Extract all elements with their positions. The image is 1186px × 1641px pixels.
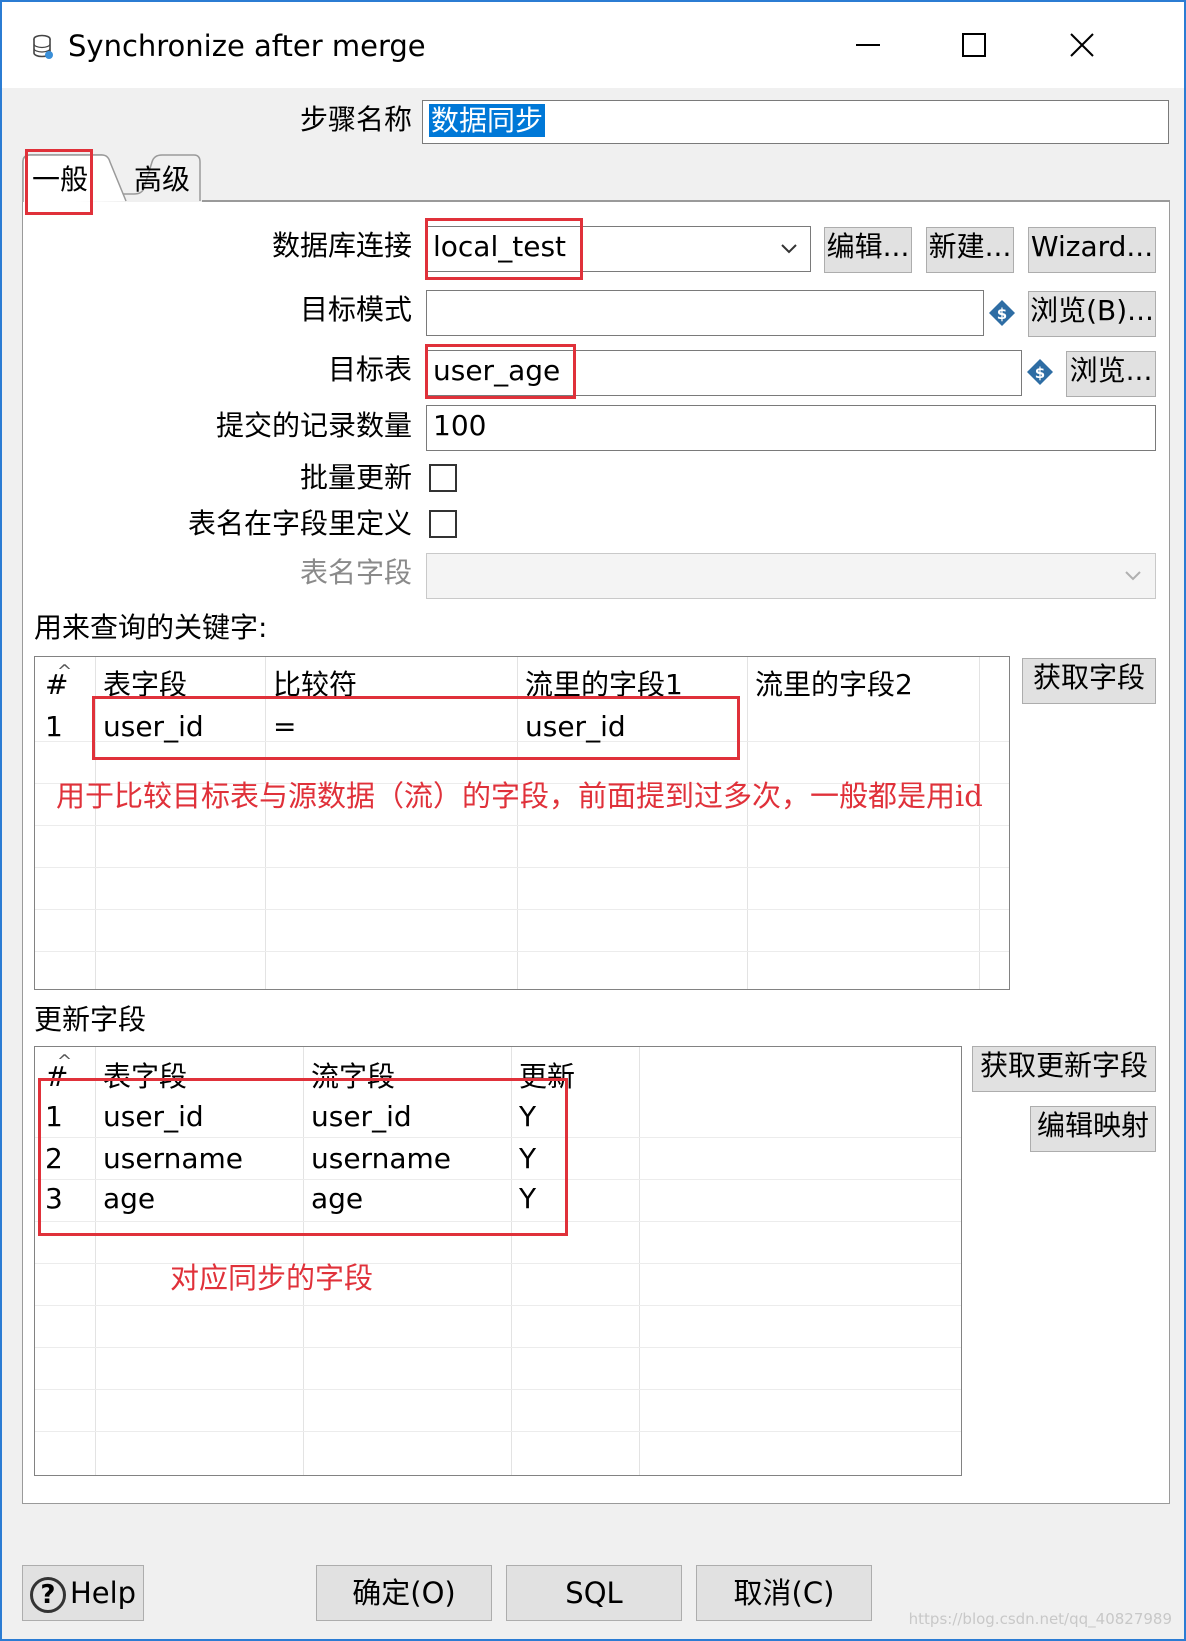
title-bar: Synchronize after merge xyxy=(2,2,1184,88)
commit-size-label: 提交的记录数量 xyxy=(215,409,412,442)
wizard-button[interactable]: Wizard... xyxy=(1028,227,1156,273)
update-section-label: 更新字段 xyxy=(34,1003,147,1036)
help-label: Help xyxy=(69,1576,137,1610)
database-icon xyxy=(33,34,53,59)
browse-schema-button[interactable]: 浏览(B)... xyxy=(1028,291,1156,337)
schema-label: 目标模式 xyxy=(299,293,412,326)
annotation-box-update-rows xyxy=(38,1078,568,1236)
chevron-down-icon xyxy=(1118,561,1148,591)
table-field-select[interactable] xyxy=(426,553,1156,599)
annotation-box-general-tab xyxy=(25,149,93,215)
edit-connection-button[interactable]: 编辑... xyxy=(824,227,912,273)
keys-col-index[interactable]: # xyxy=(45,667,68,703)
schema-input[interactable] xyxy=(426,290,984,336)
commit-size-value: 100 xyxy=(433,409,487,442)
watermark: https://blog.csdn.net/qq_40827989 xyxy=(908,1610,1172,1628)
cancel-button[interactable]: 取消(C) xyxy=(696,1565,872,1621)
browse-table-button[interactable]: 浏览... xyxy=(1066,351,1156,397)
window-title: Synchronize after merge xyxy=(68,29,426,63)
edit-mapping-button[interactable]: 编辑映射 xyxy=(1030,1106,1156,1152)
chevron-down-icon[interactable] xyxy=(774,234,804,264)
batch-update-label: 批量更新 xyxy=(299,461,412,494)
browse-schema-label: 浏览(B)... xyxy=(1030,294,1154,327)
get-update-fields-button[interactable]: 获取更新字段 xyxy=(972,1046,1156,1092)
annotation-box-target-table xyxy=(425,344,576,399)
sql-button[interactable]: SQL xyxy=(506,1565,682,1621)
keys-annotation-text: 用于比较目标表与源数据（流）的字段，前面提到过多次，一般都是用id xyxy=(56,779,983,813)
minimize-button[interactable] xyxy=(838,20,898,70)
target-table-label: 目标表 xyxy=(327,353,412,386)
table-in-field-label: 表名在字段里定义 xyxy=(187,507,412,540)
maximize-icon xyxy=(962,33,986,57)
step-name-input[interactable]: 数据同步 xyxy=(422,100,1169,144)
close-icon xyxy=(1070,33,1094,57)
variable-icon: $ xyxy=(1027,359,1053,385)
connection-label: 数据库连接 xyxy=(271,229,412,262)
get-fields-button[interactable]: 获取字段 xyxy=(1022,658,1156,704)
help-button[interactable]: ? Help xyxy=(22,1565,144,1621)
svg-text:$: $ xyxy=(997,305,1007,323)
annotation-box-key-row xyxy=(92,696,740,760)
batch-update-checkbox[interactable] xyxy=(429,464,457,492)
tab-advanced[interactable]: 高级 xyxy=(134,162,190,198)
step-name-label: 步骤名称 xyxy=(299,103,412,136)
help-icon: ? xyxy=(29,1577,66,1613)
table-in-field-checkbox[interactable] xyxy=(429,510,457,538)
minimize-icon xyxy=(856,44,880,46)
cell: 1 xyxy=(45,710,63,743)
keys-col-stream-field2[interactable]: 流里的字段2 xyxy=(755,667,913,703)
svg-text:$: $ xyxy=(1035,364,1045,382)
ok-button[interactable]: 确定(O) xyxy=(316,1565,492,1621)
maximize-button[interactable] xyxy=(944,20,1004,70)
commit-size-input[interactable]: 100 xyxy=(426,405,1156,451)
update-annotation-text: 对应同步的字段 xyxy=(170,1261,374,1295)
new-connection-button[interactable]: 新建... xyxy=(926,227,1014,273)
table-field-label: 表名字段 xyxy=(299,556,412,589)
keys-section-label: 用来查询的关键字: xyxy=(34,611,268,644)
dialog-window: Synchronize after merge 步骤名称 数据同步 一般 高级 … xyxy=(0,0,1186,1641)
step-name-value: 数据同步 xyxy=(429,104,546,137)
variable-icon: $ xyxy=(989,300,1015,326)
annotation-box-connection xyxy=(425,218,583,280)
close-button[interactable] xyxy=(1052,20,1112,70)
